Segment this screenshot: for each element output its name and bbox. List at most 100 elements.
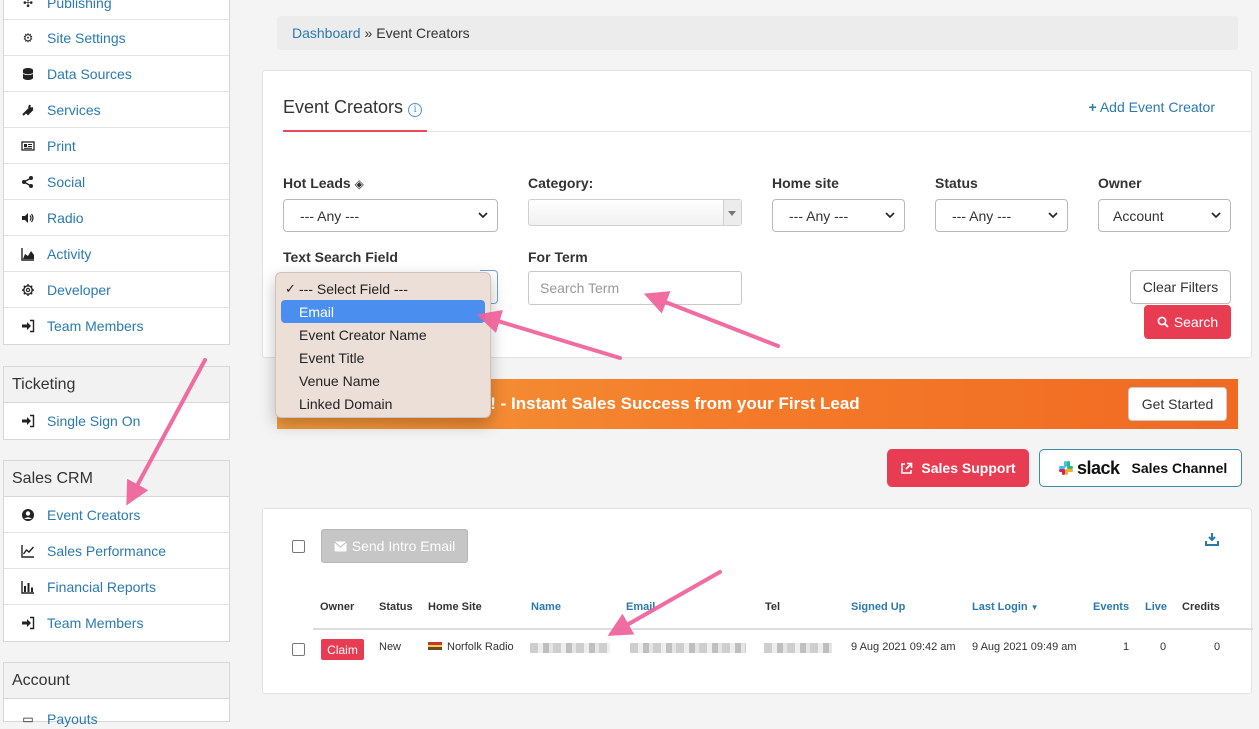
redacted-tel (764, 643, 832, 653)
plus-icon: + (1088, 99, 1097, 115)
sidebar-item-radio[interactable]: Radio (4, 200, 229, 236)
sidebar-item-label: Radio (47, 209, 84, 226)
slack-sales-channel-button[interactable]: slack Sales Channel (1039, 449, 1242, 487)
add-event-creator-link[interactable]: + Add Event Creator (1089, 99, 1215, 115)
breadcrumb-dashboard-link[interactable]: Dashboard (292, 25, 361, 41)
sidebar-account-group: Account ▭ Payouts (3, 662, 230, 727)
option-select-field[interactable]: --- Select Field --- (276, 277, 490, 300)
sidebar-ticketing-group: Ticketing Single Sign On (3, 366, 230, 440)
home-site-value: --- Any --- (789, 207, 849, 224)
hot-leads-label: Hot Leads ◈ (283, 175, 364, 191)
sidebar-item-label: Site Settings (47, 29, 126, 46)
sidebar-item-payouts[interactable]: ▭ Payouts (4, 699, 229, 729)
search-button[interactable]: Search (1144, 305, 1231, 339)
sidebar-item-publishing[interactable]: ✣ Publishing (4, 0, 229, 20)
column-header-live[interactable]: Live (1145, 601, 1167, 613)
sidebar-item-event-creators[interactable]: Event Creators (4, 497, 229, 533)
download-icon[interactable] (1205, 532, 1219, 546)
hot-leads-select[interactable]: --- Any --- (283, 199, 498, 232)
row-checkbox[interactable] (292, 643, 305, 656)
slack-wordmark: slack (1077, 457, 1120, 478)
column-header-name[interactable]: Name (531, 601, 561, 613)
share-icon (20, 174, 36, 190)
caret-down-icon: ▼ (1030, 603, 1039, 612)
user-circle-icon (20, 507, 36, 523)
sidebar-item-services[interactable]: Services (4, 92, 229, 128)
sidebar-item-activity[interactable]: Activity (4, 236, 229, 272)
add-event-creator-label: Add Event Creator (1099, 99, 1215, 115)
sidebar-item-label: Payouts (47, 711, 98, 727)
option-venue-name[interactable]: Venue Name (276, 369, 490, 392)
owner-value: Account (1113, 207, 1164, 224)
sidebar-item-label: Developer (47, 281, 111, 298)
chevron-down-icon (1211, 212, 1221, 219)
row-status: New (379, 641, 402, 653)
sidebar-item-team-members[interactable]: Team Members (4, 308, 229, 344)
sidebar-item-crm-team-members[interactable]: Team Members (4, 605, 229, 641)
sidebar-item-label: Publishing (47, 0, 112, 11)
bar-chart-icon (20, 579, 36, 595)
select-all-checkbox[interactable] (292, 540, 305, 553)
flag-icon (428, 642, 442, 650)
money-icon: ▭ (22, 712, 34, 726)
option-event-creator-name[interactable]: Event Creator Name (276, 323, 490, 346)
sidebar-section-title: Account (4, 663, 229, 699)
sidebar-item-developer[interactable]: Developer (4, 272, 229, 308)
info-icon[interactable]: i (408, 103, 423, 117)
sidebar-item-site-settings[interactable]: ⚙ Site Settings (4, 20, 229, 56)
chevron-down-icon (885, 212, 895, 219)
page-title-text: Event Creators (283, 97, 404, 117)
table-header-divider (313, 628, 1253, 630)
home-site-select[interactable]: --- Any --- (772, 199, 905, 232)
slack-logo: slack (1058, 458, 1120, 479)
page-title: Event Creators i (283, 97, 423, 118)
clear-filters-button[interactable]: Clear Filters (1130, 270, 1231, 304)
sidebar-item-single-sign-on[interactable]: Single Sign On (4, 403, 229, 439)
owner-select[interactable]: Account (1098, 199, 1231, 232)
status-select[interactable]: --- Any --- (935, 199, 1068, 232)
search-button-label: Search (1173, 314, 1219, 330)
sidebar-item-social[interactable]: Social (4, 164, 229, 200)
newspaper-icon (20, 138, 36, 154)
sales-support-label: Sales Support (921, 460, 1016, 476)
sidebar-sales-crm-group: Sales CRM Event Creators Sales Performan… (3, 460, 230, 642)
sidebar-item-data-sources[interactable]: Data Sources (4, 56, 229, 92)
chevron-down-icon (1048, 212, 1058, 219)
column-header-last-login[interactable]: Last Login ▼ (972, 601, 1039, 613)
search-icon (1157, 316, 1169, 328)
column-header-email[interactable]: Email (626, 601, 655, 613)
sign-in-icon (20, 413, 36, 429)
search-term-input[interactable] (528, 271, 742, 305)
sidebar-item-label: Team Members (47, 615, 144, 631)
claim-button[interactable]: Claim (321, 639, 364, 660)
line-chart-icon (20, 543, 36, 559)
cog-icon (20, 282, 36, 298)
send-intro-email-button[interactable]: Send Intro Email (321, 529, 468, 563)
category-select[interactable] (528, 199, 742, 226)
sidebar-item-label: Sales Performance (47, 542, 167, 559)
sidebar-item-sales-performance[interactable]: Sales Performance (4, 533, 229, 569)
sign-in-icon (20, 615, 36, 631)
breadcrumb-current: Event Creators (376, 25, 470, 41)
sidebar-item-print[interactable]: Print (4, 128, 229, 164)
sidebar: ✣ Publishing ⚙ Site Settings Data Source… (0, 0, 241, 727)
get-started-button[interactable]: Get Started (1128, 387, 1227, 421)
sidebar-item-label: Data Sources (47, 65, 132, 82)
owner-label: Owner (1098, 175, 1142, 191)
option-email[interactable]: Email (281, 300, 485, 323)
text-search-field-dropdown: --- Select Field --- Email Event Creator… (275, 272, 491, 418)
sidebar-item-financial-reports[interactable]: Financial Reports (4, 569, 229, 605)
option-linked-domain[interactable]: Linked Domain (276, 392, 490, 415)
column-header-signed-up[interactable]: Signed Up (851, 601, 905, 613)
volume-icon (20, 210, 36, 226)
gears-icon: ⚙ (22, 30, 34, 45)
chevron-down-icon (478, 212, 488, 219)
column-header-events[interactable]: Events (1093, 601, 1129, 613)
sidebar-item-label: Team Members (47, 318, 144, 334)
send-intro-email-label: Send Intro Email (351, 538, 456, 554)
sidebar-section-title: Ticketing (4, 367, 229, 403)
option-event-title[interactable]: Event Title (276, 346, 490, 369)
sidebar-item-label: Print (47, 137, 76, 154)
sidebar-item-label: Single Sign On (47, 413, 141, 429)
sales-support-button[interactable]: Sales Support (887, 449, 1029, 487)
